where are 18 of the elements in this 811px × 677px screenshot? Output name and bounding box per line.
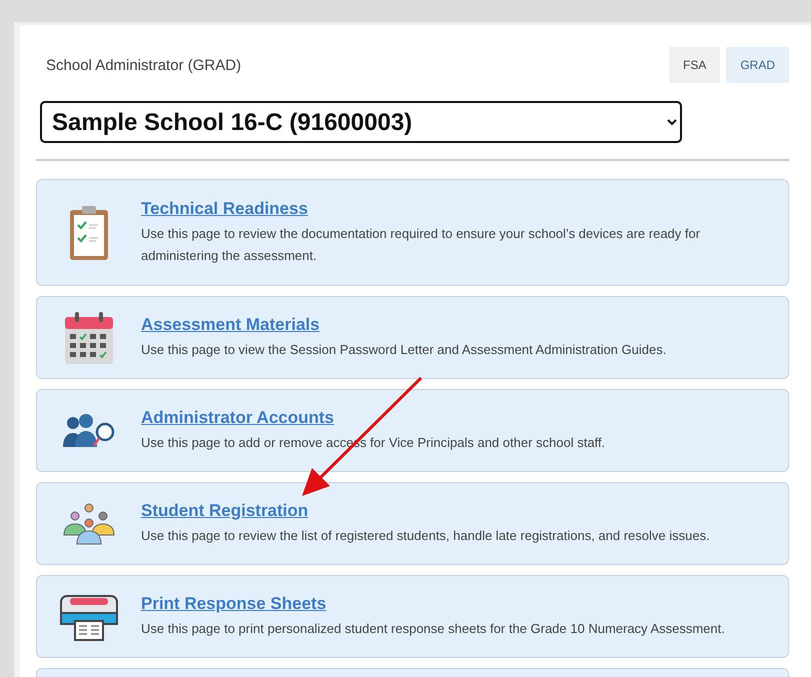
card-title-link[interactable]: Print Response Sheets	[141, 594, 326, 614]
printer-icon	[60, 592, 118, 640]
card-title-link[interactable]: Assessment Materials	[141, 314, 320, 334]
program-tab[interactable]: FSA	[668, 47, 720, 83]
clipboard-icon	[68, 204, 110, 260]
group-of-people-icon	[61, 502, 117, 544]
card-title-link[interactable]: Administrator Accounts	[141, 408, 334, 428]
card-title-link[interactable]: Student Registration	[141, 500, 308, 520]
calendar-icon	[64, 310, 114, 364]
card-title-link[interactable]: Technical Readiness	[141, 198, 308, 218]
card-description: Use this page to review the list of registered students, handle late registrations, and resolve issues.	[141, 526, 710, 545]
card-description: Use this page to print personalized student response sheets for the Grade 10 Numeracy Assessment.	[141, 620, 725, 638]
card-description: Use this page to review the documentation required to ensure your school’s devices are ready for administering the assessment.	[141, 224, 702, 265]
card-description: Use this page to view the Session Password Letter and Assessment Administration Guides.	[141, 340, 666, 359]
program-tab[interactable]: GRAD	[726, 47, 789, 83]
people-magnifier-icon	[61, 412, 117, 448]
school-select[interactable]: Sample School 16-C (91600003)	[40, 101, 682, 143]
page-heading: School Administrator (GRAD)	[46, 56, 242, 74]
